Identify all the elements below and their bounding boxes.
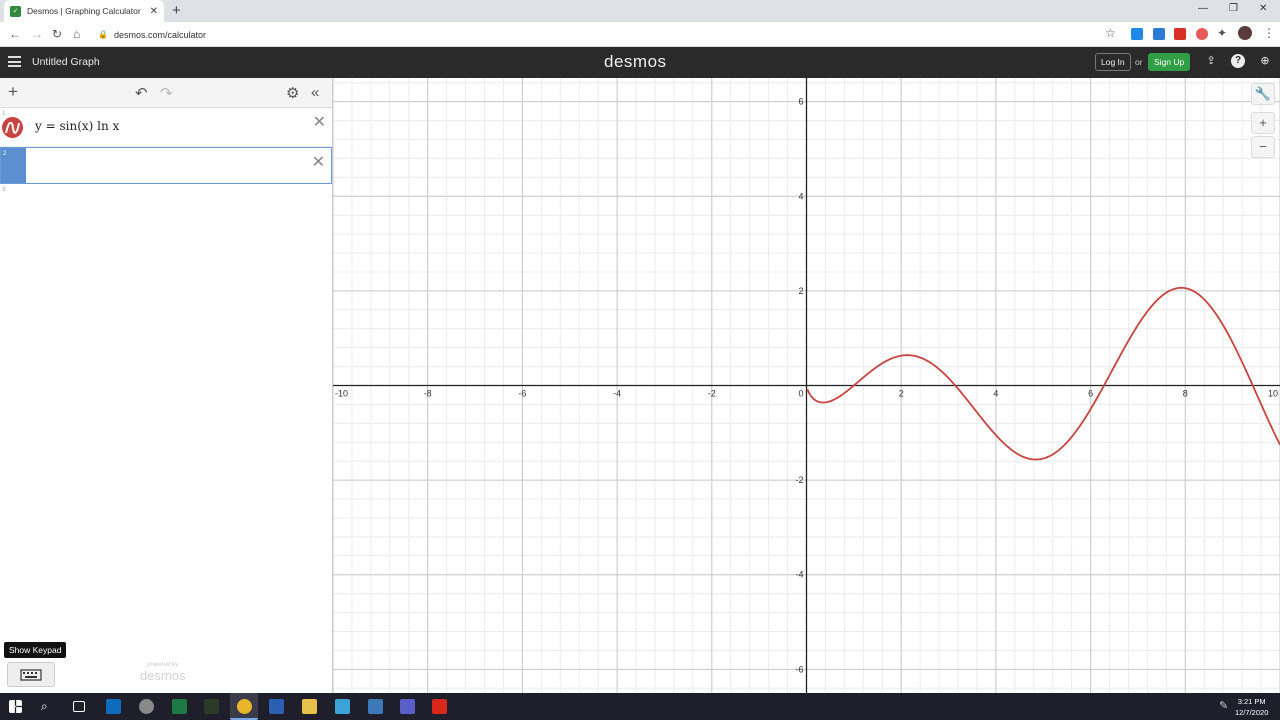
teams-icon[interactable] (400, 699, 415, 714)
task-view-icon[interactable] (73, 701, 85, 712)
graph-settings-wrench-icon[interactable]: 🔧 (1251, 83, 1275, 105)
new-tab-icon[interactable]: + (172, 2, 181, 19)
powered-by-desmos: powered by desmos (140, 662, 186, 683)
extension-icon[interactable] (1153, 28, 1165, 40)
graph-title[interactable]: Untitled Graph (32, 56, 100, 68)
curve-color-icon[interactable] (2, 117, 23, 138)
star-icon[interactable]: ☆ (1105, 26, 1116, 40)
expression-latex[interactable]: y = sin(x) ln x (35, 119, 119, 133)
graph-paper[interactable]: -10 -8 -6 -4 -2 0 2 4 6 8 10 6 4 2 -2 -4 -6 (333, 78, 1280, 693)
chrome-icon[interactable] (237, 699, 252, 714)
y-tick-label: 6 (798, 97, 803, 107)
excel-icon[interactable] (172, 699, 187, 714)
y-tick-label: -4 (795, 570, 803, 580)
home-icon[interactable]: ⌂ (73, 27, 80, 41)
app-icon[interactable] (368, 699, 383, 714)
help-icon[interactable]: ? (1231, 54, 1245, 68)
globe-icon[interactable]: ⊕ (1258, 54, 1272, 68)
desmos-logo: desmos (604, 52, 667, 71)
expression-index: 3 (2, 187, 6, 193)
x-tick-label: 0 (798, 389, 803, 399)
browser-toolbar: ← → ↻ ⌂ 🔒 desmos.com/calculator ☆ ✦ ⋮ (0, 22, 1280, 47)
app-icon[interactable] (204, 699, 219, 714)
undo-icon[interactable]: ↶ (135, 84, 148, 102)
x-tick-label: 4 (993, 389, 998, 399)
powered-by-brand: desmos (140, 668, 186, 683)
close-tab-icon[interactable]: ✕ (150, 6, 158, 17)
keyboard-icon (20, 668, 42, 681)
acrobat-icon[interactable] (432, 699, 447, 714)
restore-icon[interactable]: ❐ (1229, 3, 1238, 14)
y-tick-label: 4 (798, 191, 803, 201)
delete-expression-icon[interactable]: ✕ (312, 152, 325, 172)
x-tick-label: -2 (708, 389, 716, 399)
word-icon[interactable] (269, 699, 284, 714)
tab-title: Desmos | Graphing Calculator (27, 6, 141, 16)
or-label: or (1135, 57, 1143, 67)
app-icon[interactable] (139, 699, 154, 714)
y-tick-label: -2 (795, 475, 803, 485)
expression-panel: + ↶ ↷ ⚙ « 1 y = sin(x) ln x ✕ 2 ✕ 3 powe… (0, 78, 333, 693)
file-explorer-icon[interactable] (302, 699, 317, 714)
outlook-icon[interactable] (106, 699, 121, 714)
settings-gear-icon[interactable]: ⚙ (286, 84, 299, 102)
expression-index: 2 (3, 151, 7, 157)
close-window-icon[interactable]: ✕ (1259, 3, 1267, 14)
y-tick-label: -6 (795, 664, 803, 674)
x-tick-label: 10 (1268, 389, 1278, 399)
system-clock[interactable]: 3:21 PM 12/7/2020 (1235, 696, 1268, 718)
zoom-in-button[interactable]: + (1251, 112, 1275, 134)
back-icon[interactable]: ← (9, 27, 21, 41)
x-tick-label: 2 (899, 389, 904, 399)
puzzle-icon[interactable]: ✦ (1217, 26, 1227, 40)
add-item-icon[interactable]: + (8, 82, 18, 102)
clock-time: 3:21 PM (1237, 697, 1266, 706)
pdf-extension-icon[interactable] (1174, 28, 1186, 40)
profile-avatar[interactable] (1238, 26, 1252, 40)
lock-icon: 🔒 (98, 30, 108, 39)
x-tick-label: 8 (1183, 389, 1188, 399)
x-tick-label: -4 (613, 389, 621, 399)
windows-taskbar: ⌕ ✎ 3:21 PM 12/7/2020 (0, 693, 1280, 720)
x-tick-label: -10 (335, 389, 348, 399)
redo-icon[interactable]: ↷ (160, 84, 173, 102)
minimize-icon[interactable]: — (1198, 3, 1208, 14)
expression-index: 1 (2, 111, 6, 117)
expression-row-empty[interactable]: 3 (0, 184, 332, 214)
expression-toolbar: + ↶ ↷ ⚙ « (0, 78, 332, 108)
expression-row-active[interactable]: 2 ✕ (0, 147, 332, 184)
expression-row[interactable]: 1 y = sin(x) ln x ✕ (0, 108, 332, 147)
address-bar[interactable]: 🔒 desmos.com/calculator (98, 25, 1128, 44)
keypad-tooltip: Show Keypad (4, 642, 67, 658)
login-button[interactable]: Log In (1095, 53, 1131, 71)
delete-expression-icon[interactable]: ✕ (313, 112, 326, 132)
menu-kebab-icon[interactable]: ⋮ (1263, 26, 1275, 40)
x-tick-label: -6 (518, 389, 526, 399)
collapse-panel-icon[interactable]: « (311, 84, 319, 101)
hamburger-menu-icon[interactable] (8, 56, 21, 67)
desmos-header: Untitled Graph desmos Log In or Sign Up … (0, 47, 1280, 78)
signup-button[interactable]: Sign Up (1148, 53, 1191, 71)
clock-date: 12/7/2020 (1235, 708, 1269, 717)
browser-tab[interactable]: ✓ Desmos | Graphing Calculator ✕ (4, 0, 164, 22)
y-tick-label: 2 (798, 286, 803, 296)
zoom-out-button[interactable]: − (1251, 136, 1275, 158)
forward-icon[interactable]: → (31, 27, 43, 41)
pen-icon[interactable]: ✎ (1219, 699, 1234, 714)
share-icon[interactable]: ⇪ (1204, 54, 1218, 68)
x-tick-label: 6 (1088, 389, 1093, 399)
windows-extension-icon[interactable] (1131, 28, 1143, 40)
search-icon[interactable]: ⌕ (41, 699, 56, 714)
show-keypad-button[interactable] (7, 662, 55, 687)
browser-tabstrip: ✓ Desmos | Graphing Calculator ✕ + — ❐ ✕ (0, 0, 1280, 22)
record-extension-icon[interactable] (1196, 28, 1208, 40)
desmos-favicon-icon: ✓ (10, 5, 21, 17)
windows-start-icon[interactable] (9, 700, 22, 713)
reload-icon[interactable]: ↻ (52, 27, 62, 41)
app-icon[interactable] (335, 699, 350, 714)
graph-canvas[interactable]: -10 -8 -6 -4 -2 0 2 4 6 8 10 6 4 2 -2 -4 -6 (333, 78, 1280, 693)
x-tick-label: -8 (424, 389, 432, 399)
function-curve[interactable] (806, 286, 1280, 461)
url-text: desmos.com/calculator (113, 29, 207, 40)
